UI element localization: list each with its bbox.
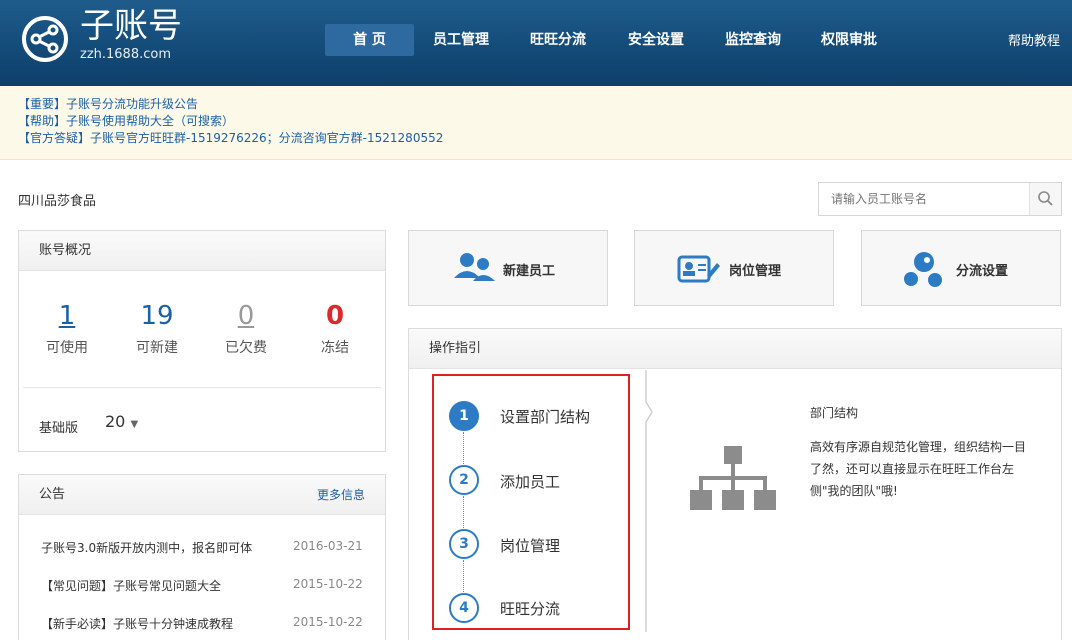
notice-link[interactable]: 【重要】子账号分流功能升级公告 <box>18 96 1072 113</box>
stat-overdue: 0 已欠费 <box>211 301 281 357</box>
stat-frozen: 0 冻结 <box>300 301 370 357</box>
nav-permission-approval[interactable]: 权限审批 <box>821 24 877 56</box>
step-number[interactable]: 4 <box>449 593 479 623</box>
nav-monitoring[interactable]: 监控查询 <box>725 24 781 56</box>
logo-icon[interactable] <box>22 16 68 62</box>
guide-detail-line: 高效有序源自规范化管理，组织结构一目 <box>810 440 1027 454</box>
nav-staff-management[interactable]: 员工管理 <box>433 24 489 56</box>
notice-bar: 【重要】子账号分流功能升级公告 【帮助】子账号使用帮助大全（可搜索） 【官方答疑… <box>0 86 1072 160</box>
account-overview-panel: 账号概况 1 可使用 19 可新建 0 已欠费 0 冻结 基础版 20 ▼ <box>18 230 386 452</box>
account-overview-title: 账号概况 <box>19 231 385 271</box>
step-wangwang-routing[interactable]: 旺旺分流 <box>500 598 560 619</box>
announcement-item[interactable]: 【新手必读】子账号十分钟速成教程 <box>41 615 233 632</box>
announcement-date: 2016-03-21 <box>293 539 363 553</box>
new-staff-button[interactable]: 新建员工 <box>408 230 608 306</box>
logo-title: 子账号 <box>80 6 182 46</box>
stat-available-value[interactable]: 1 <box>32 301 102 331</box>
announcement-title: 公告 <box>39 487 66 502</box>
notice-link[interactable]: 【官方答疑】子账号官方旺旺群-1519276226；分流咨询官方群-152128… <box>18 130 1072 147</box>
logo-domain: zzh.1688.com <box>80 47 171 62</box>
caret-down-icon: ▼ <box>130 419 139 430</box>
position-management-button[interactable]: 岗位管理 <box>634 230 834 306</box>
step-connector <box>463 496 464 528</box>
users-icon <box>454 253 495 281</box>
search-button[interactable] <box>1029 183 1061 215</box>
stat-creatable: 19 可新建 <box>122 301 192 357</box>
step-number[interactable]: 2 <box>449 465 479 495</box>
step-connector <box>463 432 464 464</box>
guide-detail-line: 了然，还可以直接显示在旺旺工作台左 <box>810 462 1015 476</box>
nav-home[interactable]: 首 页 <box>325 24 414 56</box>
staff-search-input[interactable] <box>819 183 1033 215</box>
routing-settings-button[interactable]: 分流设置 <box>861 230 1061 306</box>
stat-available-label: 可使用 <box>46 340 88 356</box>
company-name: 四川品莎食品 <box>18 194 97 209</box>
guide-detail-title: 部门结构 <box>810 406 859 420</box>
step-number[interactable]: 1 <box>449 401 479 431</box>
more-info-link[interactable]: 更多信息 <box>317 475 365 515</box>
announcement-header: 公告 更多信息 <box>19 475 385 515</box>
step-set-department-structure[interactable]: 设置部门结构 <box>500 406 590 427</box>
stat-available: 1 可使用 <box>32 301 102 357</box>
new-staff-label: 新建员工 <box>503 264 556 279</box>
step-pointer-divider <box>645 370 653 632</box>
step-connector <box>463 560 464 592</box>
notice-link[interactable]: 【帮助】子账号使用帮助大全（可搜索） <box>18 113 1072 130</box>
announcement-date: 2015-10-22 <box>293 577 363 591</box>
position-management-label: 岗位管理 <box>729 264 782 279</box>
search-icon <box>1038 191 1053 206</box>
announcement-date: 2015-10-22 <box>293 615 363 629</box>
nav-security-settings[interactable]: 安全设置 <box>628 24 684 56</box>
guide-detail-text: 高效有序源自规范化管理，组织结构一目 了然，还可以直接显示在旺旺工作台左 侧"我… <box>810 436 1026 502</box>
staff-search <box>818 182 1062 216</box>
step-number[interactable]: 3 <box>449 529 479 559</box>
stat-overdue-label: 已欠费 <box>225 340 267 356</box>
id-card-icon <box>677 255 720 283</box>
stat-creatable-label: 可新建 <box>136 340 178 356</box>
step-add-staff[interactable]: 添加员工 <box>500 471 560 492</box>
top-header: 子账号 zzh.1688.com 首 页 员工管理 旺旺分流 安全设置 监控查询… <box>0 0 1072 86</box>
network-bubbles-icon <box>904 252 942 287</box>
operation-guide-title: 操作指引 <box>409 329 1061 369</box>
guide-detail-line: 侧"我的团队"哦! <box>810 484 898 498</box>
announcement-item[interactable]: 子账号3.0新版开放内测中，报名即可体 <box>41 539 252 556</box>
edition-dropdown[interactable]: 20 ▼ <box>105 412 138 431</box>
nav-wangwang-routing[interactable]: 旺旺分流 <box>530 24 586 56</box>
announcement-panel: 公告 更多信息 子账号3.0新版开放内测中，报名即可体 2016-03-21 【… <box>18 474 386 640</box>
stat-overdue-value[interactable]: 0 <box>211 301 281 331</box>
stat-creatable-value: 19 <box>140 301 174 331</box>
divider <box>23 387 381 388</box>
org-chart-icon <box>690 446 776 510</box>
stat-frozen-value: 0 <box>325 301 345 331</box>
edition-value: 20 <box>105 412 126 431</box>
stat-frozen-label: 冻结 <box>321 340 349 356</box>
announcement-item[interactable]: 【常见问题】子账号常见问题大全 <box>41 577 221 594</box>
help-tutorial-link[interactable]: 帮助教程 <box>1008 30 1060 49</box>
edition-label: 基础版 <box>39 421 79 436</box>
routing-settings-label: 分流设置 <box>956 264 1009 279</box>
step-position-management[interactable]: 岗位管理 <box>500 535 560 556</box>
